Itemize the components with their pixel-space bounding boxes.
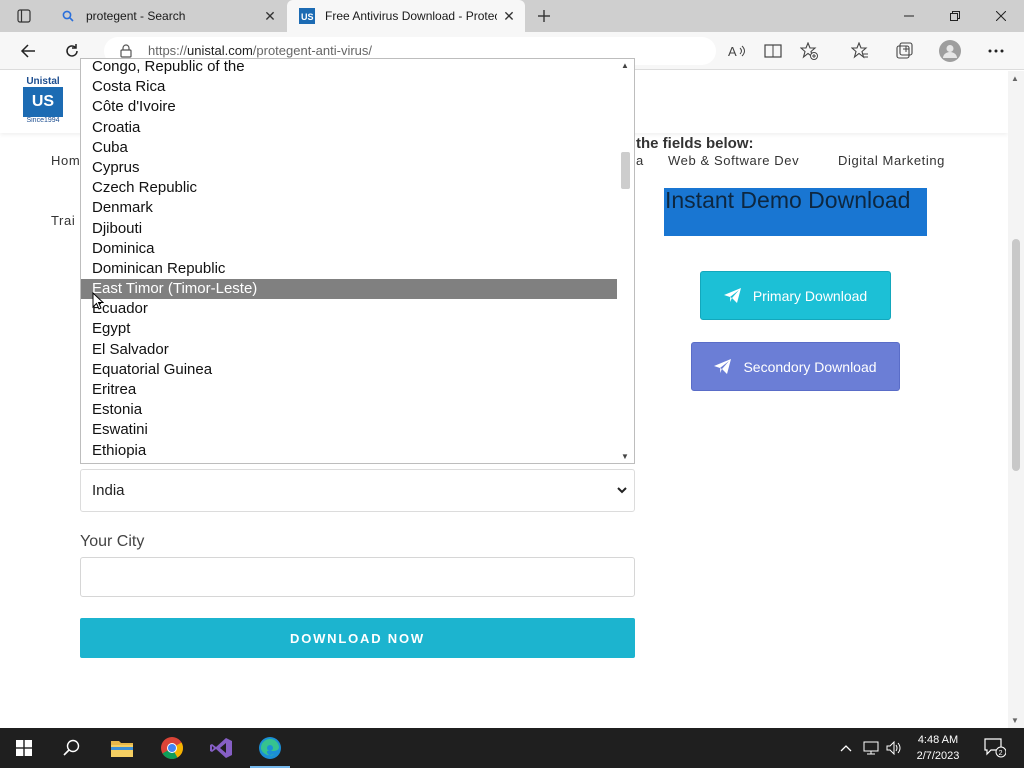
- close-tab-icon[interactable]: ✕: [497, 4, 521, 28]
- dropdown-option[interactable]: Ecuador: [81, 299, 618, 319]
- country-select[interactable]: India: [80, 469, 635, 512]
- more-menu-icon[interactable]: [982, 37, 1010, 65]
- dropdown-scrollbar[interactable]: ▲ ▼: [617, 59, 634, 463]
- city-input[interactable]: [80, 557, 635, 597]
- notifications-icon[interactable]: 2: [980, 728, 1010, 768]
- system-clock[interactable]: 4:48 AM 2/7/2023: [905, 732, 971, 764]
- logo-text: Unistal: [26, 76, 60, 87]
- url-text[interactable]: https://unistal.com/protegent-anti-virus…: [148, 43, 372, 58]
- file-explorer-icon[interactable]: [98, 728, 146, 768]
- dropdown-option[interactable]: Cuba: [81, 138, 618, 158]
- edge-browser-icon[interactable]: [246, 728, 294, 768]
- dropdown-option[interactable]: Eritrea: [81, 380, 618, 400]
- dropdown-options: Congo, Republic of the Costa Rica Côte d'I…: [81, 59, 618, 461]
- logo-mark: US: [23, 87, 63, 117]
- scroll-up-icon[interactable]: ▲: [1011, 74, 1019, 83]
- dropdown-option[interactable]: Djibouti: [81, 219, 618, 239]
- dropdown-option[interactable]: Congo, Republic of the: [81, 59, 618, 77]
- profile-avatar[interactable]: [936, 37, 964, 65]
- dropdown-option[interactable]: Croatia: [81, 118, 618, 138]
- minimize-icon[interactable]: [886, 0, 932, 32]
- nav-web-software-dev[interactable]: Web & Software Dev: [668, 153, 799, 168]
- page-scrollbar[interactable]: ▲ ▼: [1008, 71, 1024, 728]
- nav-item-partial[interactable]: a: [636, 153, 644, 168]
- clock-date: 2/7/2023: [916, 750, 960, 762]
- dropdown-option[interactable]: Eswatini: [81, 420, 618, 440]
- tab-actions-icon[interactable]: [8, 4, 40, 28]
- city-label: Your City: [80, 533, 145, 550]
- collections-icon[interactable]: [890, 37, 918, 65]
- dropdown-scroll-thumb[interactable]: [621, 152, 630, 189]
- country-selected-value: India: [92, 482, 125, 499]
- network-icon[interactable]: [860, 728, 882, 768]
- primary-download-button[interactable]: Primary Download: [700, 271, 891, 320]
- browser-tab-strip: protegent - Search ✕ US Free Antivirus D…: [0, 0, 1024, 32]
- close-window-icon[interactable]: [978, 0, 1024, 32]
- tab-antivirus[interactable]: US Free Antivirus Download - Protec ✕: [287, 0, 525, 32]
- back-icon[interactable]: [14, 37, 42, 65]
- chevron-down-icon: [616, 483, 628, 501]
- dropdown-option[interactable]: East Timor (Timor-Leste): [81, 279, 618, 300]
- demo-heading: Instant Demo Download: [664, 188, 927, 236]
- scroll-up-icon[interactable]: ▲: [621, 61, 629, 70]
- restore-icon[interactable]: [932, 0, 978, 32]
- windows-start-icon[interactable]: [0, 728, 48, 768]
- chevron-up-icon[interactable]: [836, 728, 856, 768]
- page-scroll-thumb[interactable]: [1012, 239, 1020, 471]
- tab-title: protegent - Search: [86, 9, 186, 23]
- send-icon: [723, 288, 741, 303]
- dropdown-option[interactable]: Côte d'Ivoire: [81, 97, 618, 117]
- primary-download-label: Primary Download: [752, 287, 868, 304]
- visual-studio-icon[interactable]: [197, 728, 245, 768]
- read-aloud-icon[interactable]: A: [723, 37, 751, 65]
- dropdown-option[interactable]: Cyprus: [81, 158, 618, 178]
- dropdown-option[interactable]: El Salvador: [81, 340, 618, 360]
- new-tab-icon[interactable]: [532, 4, 556, 28]
- nav-home[interactable]: Hom: [51, 153, 80, 168]
- volume-icon[interactable]: [884, 728, 904, 768]
- tab-title: Free Antivirus Download - Protec: [325, 9, 497, 23]
- dropdown-option[interactable]: Denmark: [81, 198, 618, 218]
- dropdown-option[interactable]: Egypt: [81, 319, 618, 339]
- url-prefix: https://: [148, 43, 188, 58]
- dropdown-option[interactable]: Costa Rica: [81, 77, 618, 97]
- secondary-download-label: Secondory Download: [743, 358, 877, 375]
- svg-text:A: A: [728, 44, 737, 58]
- download-now-button[interactable]: DOWNLOAD NOW: [80, 618, 635, 658]
- search-icon: [60, 8, 76, 24]
- logo-since: Since1994: [26, 117, 60, 124]
- svg-text:US: US: [301, 12, 314, 22]
- search-icon[interactable]: [48, 728, 96, 768]
- notification-count: 2: [999, 750, 1003, 757]
- send-icon: [714, 359, 732, 374]
- country-dropdown-list[interactable]: Congo, Republic of the Costa Rica Côte d'I…: [80, 58, 635, 464]
- form-instructions: the fields below:: [636, 135, 754, 152]
- immersive-reader-icon[interactable]: [759, 37, 787, 65]
- dropdown-option[interactable]: Czech Republic: [81, 178, 618, 198]
- dropdown-option[interactable]: Estonia: [81, 400, 618, 420]
- tab-search[interactable]: protegent - Search ✕: [48, 0, 286, 32]
- site-favicon-icon: US: [299, 8, 315, 24]
- windows-taskbar: 4:48 AM 2/7/2023 2: [0, 728, 1024, 768]
- favorites-icon[interactable]: [846, 37, 874, 65]
- nav-digital-marketing[interactable]: Digital Marketing: [838, 153, 945, 168]
- close-tab-icon[interactable]: ✕: [258, 4, 282, 28]
- mouse-cursor-icon: [92, 291, 105, 315]
- dropdown-option[interactable]: Equatorial Guinea: [81, 360, 618, 380]
- dropdown-option[interactable]: Ethiopia: [81, 441, 618, 461]
- secondary-download-button[interactable]: Secondory Download: [691, 342, 900, 391]
- dropdown-option[interactable]: Dominican Republic: [81, 259, 618, 279]
- scroll-down-icon[interactable]: ▼: [621, 452, 629, 461]
- scroll-down-icon[interactable]: ▼: [1011, 716, 1019, 725]
- url-host: unistal.com: [187, 43, 253, 58]
- dropdown-option[interactable]: Dominica: [81, 239, 618, 259]
- url-path: /protegent-anti-virus/: [252, 43, 373, 58]
- nav-training[interactable]: Trai: [51, 213, 75, 228]
- add-favorite-icon[interactable]: [795, 37, 823, 65]
- chrome-icon[interactable]: [148, 728, 196, 768]
- site-logo[interactable]: Unistal US Since1994: [23, 76, 63, 128]
- clock-time: 4:48 AM: [917, 734, 959, 746]
